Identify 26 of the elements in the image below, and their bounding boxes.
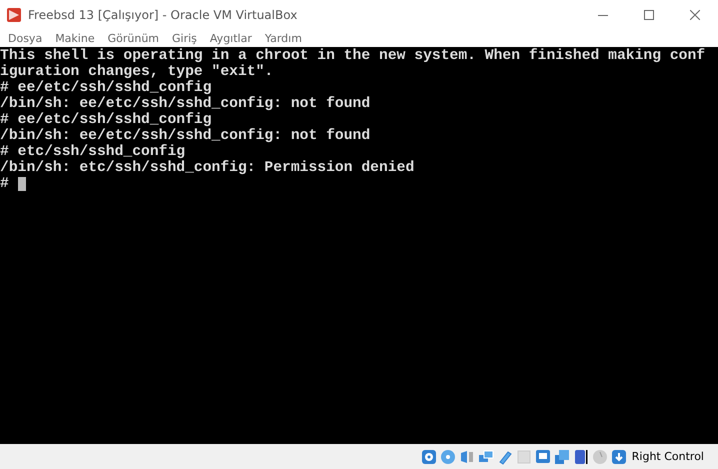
keyboard-capture-icon[interactable] xyxy=(610,448,627,464)
audio-icon[interactable] xyxy=(458,448,475,464)
console-line: # ee/etc/ssh/sshd_config xyxy=(0,80,212,96)
menu-item[interactable]: Görünüm xyxy=(104,32,168,45)
console-line: /bin/sh: etc/ssh/sshd_config: Permission denied xyxy=(0,160,414,176)
console-screen[interactable] xyxy=(0,47,718,444)
console-line: This shell is operating in a chroot in the new system. When finished making conf xyxy=(0,48,706,64)
maximize-icon xyxy=(644,10,654,20)
optical-disc-icon[interactable] xyxy=(440,448,456,464)
console-line: /bin/sh: ee/etc/ssh/sshd_config: not found xyxy=(0,128,370,144)
network-icon[interactable] xyxy=(478,448,494,464)
menu-item[interactable]: Makine xyxy=(51,32,104,45)
close-icon xyxy=(690,10,700,20)
menu-item[interactable]: Giriş xyxy=(168,32,206,45)
console-line: # etc/ssh/sshd_config xyxy=(0,144,186,160)
menu-item[interactable]: Dosya xyxy=(4,32,52,45)
app-logo-icon xyxy=(6,7,22,23)
console-line: /bin/sh: ee/etc/ssh/sshd_config: not found xyxy=(0,96,370,112)
display-icon[interactable] xyxy=(534,448,551,464)
menu-item[interactable]: Yardım xyxy=(260,32,311,45)
console-line: # ee/etc/ssh/sshd_config xyxy=(0,112,212,128)
menu-item[interactable]: Aygıtlar xyxy=(206,32,261,45)
host-key-label: Right Control xyxy=(632,450,704,463)
console-line: # xyxy=(0,176,9,192)
console-line: iguration changes, type "exit". xyxy=(0,64,274,80)
window-title: Freebsd 13 [Çalışıyor] - Oracle VM VirtualBox xyxy=(28,8,298,22)
